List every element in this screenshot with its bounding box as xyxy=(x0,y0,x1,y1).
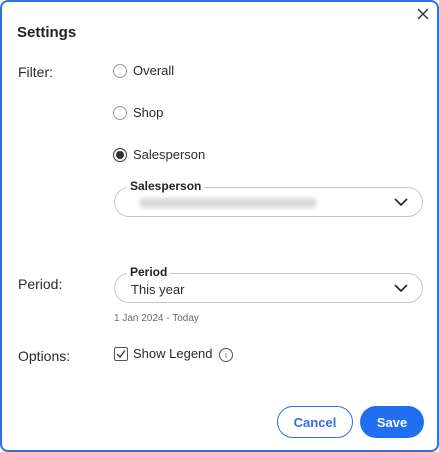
dialog-title: Settings xyxy=(17,24,77,41)
chevron-down-icon xyxy=(394,198,408,207)
chevron-down-icon xyxy=(394,284,408,293)
period-label: Period: xyxy=(18,276,63,292)
cancel-button[interactable]: Cancel xyxy=(277,406,353,438)
check-icon xyxy=(116,349,126,358)
period-select-legend: Period xyxy=(127,265,171,279)
show-legend-label: Show Legend xyxy=(133,346,213,361)
radio-label-salesperson: Salesperson xyxy=(133,147,206,162)
radio-salesperson[interactable]: Salesperson xyxy=(113,147,205,162)
radio-circle-checked[interactable] xyxy=(113,147,127,162)
period-range-hint: 1 Jan 2024 - Today xyxy=(114,313,199,324)
salesperson-select[interactable]: Salesperson xyxy=(114,179,423,217)
show-legend-checkbox[interactable] xyxy=(114,346,128,361)
filter-label: Filter: xyxy=(18,64,53,80)
radio-overall[interactable]: Overall xyxy=(113,63,174,78)
salesperson-select-value-redacted xyxy=(139,198,317,208)
options-label: Options: xyxy=(18,348,71,364)
radio-label-shop: Shop xyxy=(133,105,164,120)
settings-dialog: Settings Filter: Overall Shop Salesperso… xyxy=(0,0,439,452)
period-select[interactable]: Period This year xyxy=(114,265,423,303)
save-button[interactable]: Save xyxy=(360,406,424,438)
radio-circle[interactable] xyxy=(113,105,127,120)
radio-shop[interactable]: Shop xyxy=(113,105,163,120)
close-icon[interactable] xyxy=(413,4,433,24)
salesperson-select-legend: Salesperson xyxy=(127,179,205,193)
show-legend-checkbox-row[interactable]: Show Legend xyxy=(114,346,213,361)
radio-circle[interactable] xyxy=(113,63,127,78)
info-icon[interactable]: i xyxy=(219,348,233,362)
radio-label-overall: Overall xyxy=(133,63,175,78)
period-select-value: This year xyxy=(131,282,185,297)
